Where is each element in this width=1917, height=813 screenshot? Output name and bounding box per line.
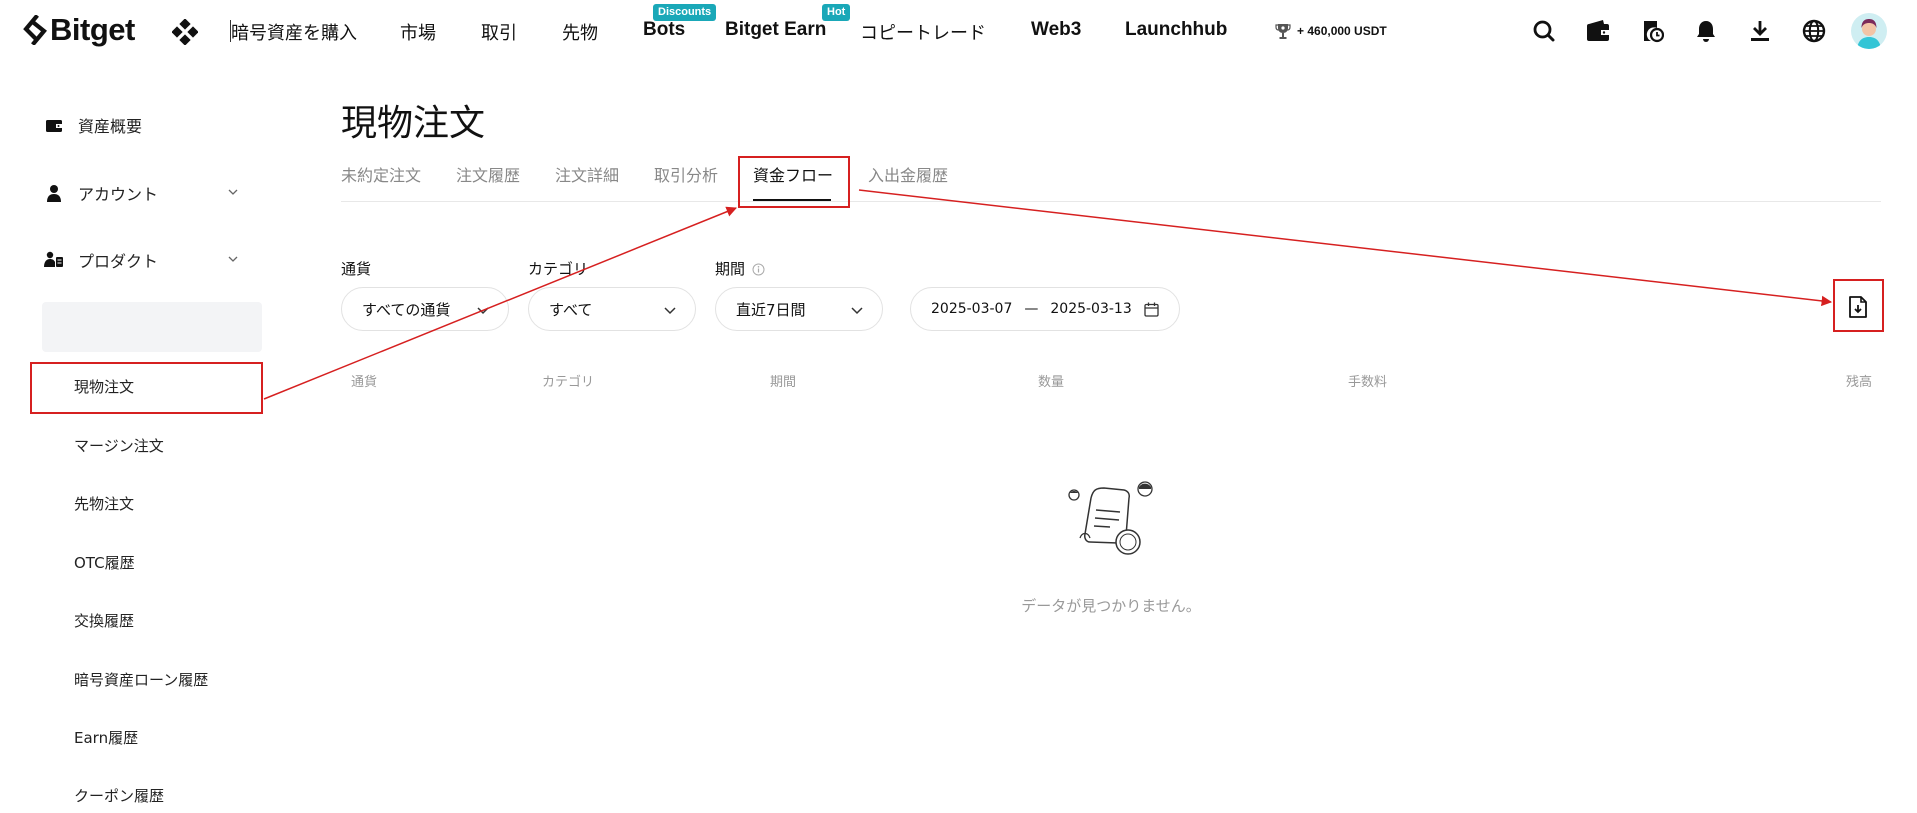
category-select[interactable]: すべて	[528, 287, 696, 331]
date-range-picker[interactable]: 2025-03-07 — 2025-03-13	[910, 287, 1180, 331]
download-icon[interactable]	[1745, 16, 1775, 46]
page-title: 現物注文	[341, 103, 486, 144]
wallet-icon	[44, 115, 64, 135]
sidebar-subitem-crypto-loan-history[interactable]: 暗号資産ローン履歴	[74, 669, 208, 690]
period-select[interactable]: 直近7日間	[715, 287, 883, 331]
search-icon[interactable]	[1529, 16, 1559, 46]
empty-state-illustration	[1068, 481, 1153, 555]
tabs-divider	[341, 201, 1881, 202]
annotation-arrows	[263, 189, 1833, 400]
trophy-icon	[1275, 24, 1291, 39]
annotation-box-export-button	[1833, 279, 1884, 332]
nav-trade[interactable]: 取引	[481, 19, 517, 45]
tab-open-orders[interactable]: 未約定注文	[341, 162, 421, 186]
tab-trade-analysis[interactable]: 取引分析	[654, 162, 718, 186]
date-to: 2025-03-13	[1050, 301, 1132, 317]
chevron-down-icon	[477, 307, 489, 315]
currency-filter-label: 通貨	[341, 260, 372, 278]
info-icon[interactable]	[752, 263, 765, 276]
user-icon	[44, 183, 64, 203]
category-select-value: すべて	[549, 300, 593, 319]
tab-order-details[interactable]: 注文詳細	[555, 162, 619, 186]
product-icon	[44, 250, 64, 270]
tab-order-history[interactable]: 注文履歴	[456, 162, 520, 186]
currency-select-value: すべての通貨	[362, 300, 451, 319]
column-header-period: 期間	[770, 375, 797, 390]
column-header-balance: 残高	[1846, 375, 1873, 390]
calendar-icon	[1144, 302, 1159, 317]
sidebar-subitem-margin-orders[interactable]: マージン注文	[74, 435, 164, 456]
annotation-box-spot-orders	[30, 362, 263, 414]
sidebar-item-label: プロダクト	[78, 252, 159, 271]
sidebar-item-label: アカウント	[78, 185, 159, 204]
column-header-currency: 通貨	[351, 375, 378, 390]
column-header-category: カテゴリ	[542, 375, 595, 390]
top-header: Bitget 暗号資産を購入 市場 取引 先物 Bots Discounts B…	[0, 0, 1917, 62]
bell-icon[interactable]	[1691, 16, 1721, 46]
sidebar-subitem-convert-history[interactable]: 交換履歴	[74, 610, 134, 631]
category-filter-label: カテゴリ	[528, 260, 589, 278]
date-from: 2025-03-07	[931, 301, 1013, 317]
column-header-amount: 数量	[1038, 375, 1065, 390]
period-select-value: 直近7日間	[736, 300, 806, 319]
hot-badge: Hot	[822, 4, 851, 21]
promo-text: + 460,000 USDT	[1297, 24, 1387, 38]
logo-text: Bitget	[50, 12, 135, 47]
nav-bitget-earn[interactable]: Bitget Earn	[725, 19, 826, 41]
promo-banner[interactable]: + 460,000 USDT	[1275, 21, 1387, 41]
discounts-badge: Discounts	[653, 4, 717, 21]
nav-buy-crypto[interactable]: 暗号資産を購入	[231, 19, 357, 45]
bitget-logo-icon	[23, 15, 47, 45]
bitget-logo[interactable]: Bitget	[22, 12, 135, 48]
chevron-down-icon	[664, 307, 676, 315]
user-avatar[interactable]	[1851, 13, 1887, 49]
sidebar-item-assets-overview[interactable]: 資産概要	[44, 110, 244, 140]
active-item-background	[42, 302, 262, 352]
sidebar-item-label: 資産概要	[78, 117, 143, 136]
period-filter-label: 期間	[715, 260, 746, 278]
tab-deposit-withdrawal-history[interactable]: 入出金履歴	[868, 162, 948, 186]
apps-icon[interactable]	[172, 19, 198, 45]
currency-select[interactable]: すべての通貨	[341, 287, 509, 331]
sidebar-subitem-coupon-history[interactable]: クーポン履歴	[74, 785, 164, 806]
sidebar-item-products[interactable]: プロダクト	[44, 245, 244, 275]
sidebar-subitem-otc-history[interactable]: OTC履歴	[74, 552, 135, 573]
nav-futures[interactable]: 先物	[562, 19, 598, 45]
nav-copy-trade[interactable]: コピートレード	[860, 19, 986, 45]
annotation-box-fund-flow-tab	[738, 156, 850, 208]
sidebar-item-account[interactable]: アカウント	[44, 178, 244, 208]
chevron-down-icon	[228, 256, 238, 262]
chevron-down-icon	[228, 189, 238, 195]
empty-state-text: データが見つかりません。	[1021, 597, 1201, 615]
nav-launchhub[interactable]: Launchhub	[1125, 19, 1227, 41]
globe-icon[interactable]	[1799, 16, 1829, 46]
orders-icon[interactable]	[1637, 16, 1667, 46]
chevron-down-icon	[851, 307, 863, 315]
nav-bots[interactable]: Bots	[643, 19, 685, 41]
wallet-icon[interactable]	[1583, 16, 1613, 46]
sidebar-subitem-earn-history[interactable]: Earn履歴	[74, 727, 138, 748]
nav-web3[interactable]: Web3	[1031, 19, 1081, 41]
nav-markets[interactable]: 市場	[400, 19, 436, 45]
column-header-fee: 手数料	[1348, 375, 1388, 390]
sidebar-subitem-futures-orders[interactable]: 先物注文	[74, 493, 134, 514]
date-separator: —	[1024, 301, 1039, 317]
